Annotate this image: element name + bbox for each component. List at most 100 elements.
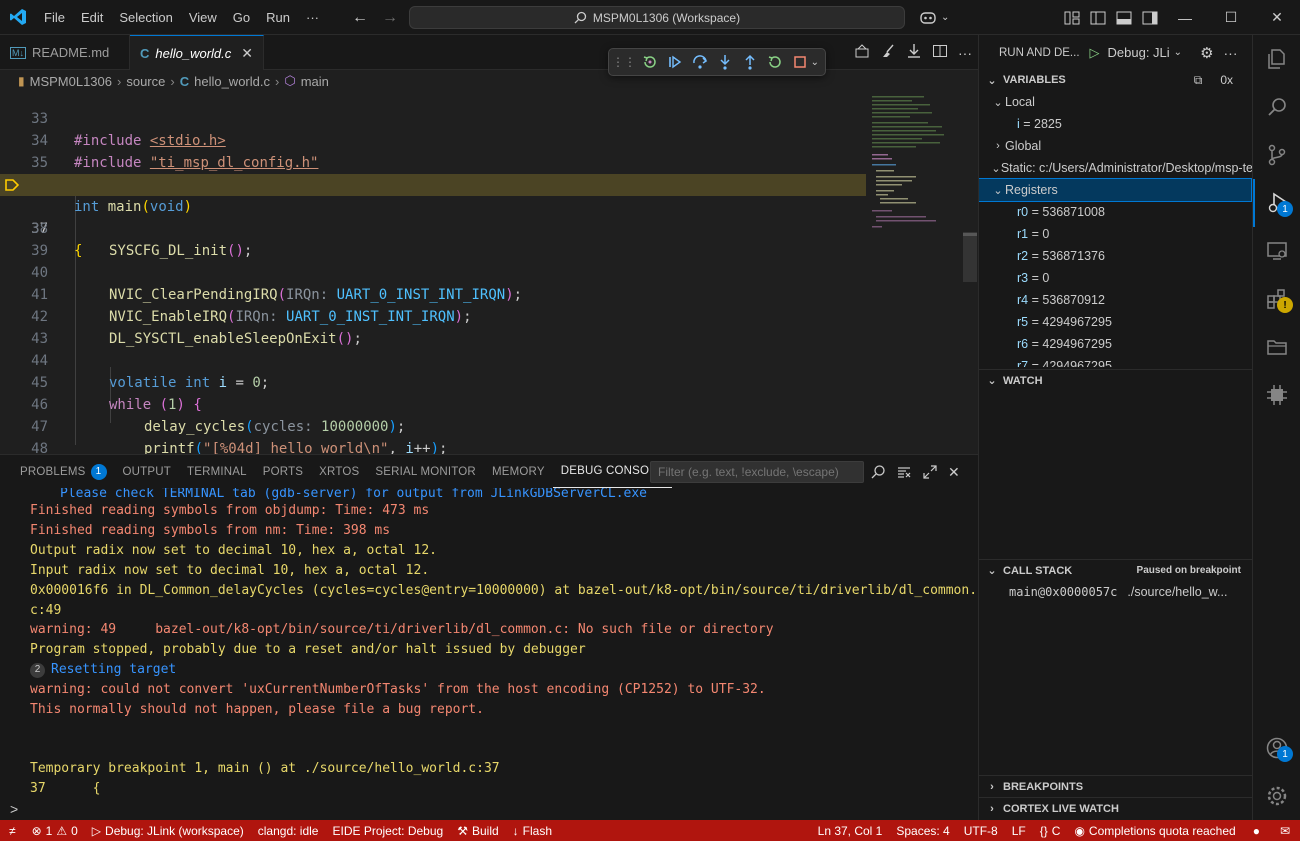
tab-ports[interactable]: PORTS [255, 455, 311, 488]
remote-explorer-icon[interactable] [1253, 227, 1300, 275]
drag-handle-icon[interactable]: ⋮⋮ [612, 53, 636, 71]
cursor-position[interactable]: Ln 37, Col 1 [811, 820, 890, 841]
editor-scrollbar[interactable] [963, 232, 977, 282]
search-icon[interactable] [870, 464, 886, 480]
more-actions-icon[interactable]: ··· [958, 45, 972, 61]
indentation[interactable]: Spaces: 4 [889, 820, 956, 841]
scope-local[interactable]: ⌄ Local [979, 91, 1252, 113]
code-line[interactable]: 41 NVIC_EnableIRQ(IRQn: UART_0_INST_INT_… [0, 262, 866, 325]
debug-console[interactable]: Please check TERMINAL tab (gdb-server) f… [0, 488, 978, 821]
chevron-down-icon[interactable]: ⌄ [811, 57, 819, 68]
extensions-icon[interactable]: ! [1253, 275, 1300, 323]
toggle-panel-icon[interactable] [1111, 11, 1137, 25]
menu-edit[interactable]: Edit [73, 0, 111, 35]
eide-build-icon[interactable] [854, 43, 870, 62]
chevron-down-icon[interactable]: ⌄ [941, 12, 949, 23]
register-row[interactable]: r1 = 0 [979, 223, 1252, 245]
tab-terminal[interactable]: TERMINAL [179, 455, 255, 488]
variable-row[interactable]: i = 2825 [979, 113, 1252, 135]
minimap[interactable] [866, 92, 966, 454]
breadcrumb-workspace[interactable]: MSPM0L1306 [30, 74, 112, 89]
tab-problems[interactable]: PROBLEMS 1 [12, 455, 115, 488]
more-actions-icon[interactable]: ··· [1224, 45, 1238, 61]
gear-icon[interactable]: ⚙ [1200, 44, 1213, 62]
debug-status[interactable]: ▷ Debug: JLink (workspace) [85, 820, 251, 841]
hex-toggle[interactable]: 0x [1220, 73, 1233, 87]
stop-icon[interactable] [792, 53, 809, 71]
minimize-icon[interactable]: — [1162, 0, 1208, 35]
code-line[interactable]: 46 delay_cycles(cycles: 10000000); [0, 372, 866, 435]
clangd-status[interactable]: clangd: idle [251, 820, 326, 841]
scope-global[interactable]: › Global [979, 135, 1252, 157]
close-panel-icon[interactable]: ✕ [948, 464, 960, 481]
copilot-status[interactable]: ◉ Completions quota reached [1067, 820, 1242, 841]
forward-arrow-icon[interactable]: → [382, 9, 398, 27]
variables-section-header[interactable]: ⌄ VARIABLES ⧉ 0x [979, 69, 1252, 91]
callstack-section-header[interactable]: ⌄ CALL STACK Paused on breakpoint [979, 559, 1252, 581]
code-line-current[interactable]: 37 { [0, 174, 866, 259]
eide-clean-icon[interactable] [880, 43, 896, 62]
problems-status[interactable]: ⊗ 1 ⚠ 0 [25, 820, 85, 841]
collapse-all-icon[interactable]: ⧉ [1194, 73, 1203, 88]
register-row[interactable]: r4 = 536870912 [979, 289, 1252, 311]
run-and-debug-icon[interactable]: 1 [1253, 179, 1300, 227]
code-line[interactable]: 34 #include "ti_msp_dl_config.h" [0, 108, 866, 171]
breadcrumb-symbol[interactable]: main [301, 74, 329, 89]
tab-xrtos[interactable]: XRTOS [311, 455, 367, 488]
code-line[interactable]: 40 NVIC_ClearPendingIRQ(IRQn: UART_0_INS… [0, 240, 866, 303]
register-row[interactable]: r7 = 4294967295 [979, 355, 1252, 367]
language-mode[interactable]: {} C [1033, 820, 1068, 841]
code-line[interactable]: 35 [0, 130, 866, 171]
menu-go[interactable]: Go [225, 0, 258, 35]
debug-config-select[interactable]: Debug: JLi ⌄ [1108, 45, 1183, 60]
command-center[interactable]: MSPM0L1306 (Workspace) [409, 6, 905, 29]
code-line[interactable]: 36 int main(void) [0, 152, 866, 215]
step-out-icon[interactable] [741, 53, 758, 71]
copilot-menu-icon[interactable]: ● [1243, 820, 1270, 841]
register-row[interactable]: r0 = 536871008 [979, 201, 1252, 223]
tab-memory[interactable]: MEMORY [484, 455, 553, 488]
restart-device-icon[interactable] [641, 53, 658, 71]
clear-console-icon[interactable] [896, 464, 912, 480]
restart-icon[interactable] [766, 53, 783, 71]
code-line[interactable]: 39 [0, 218, 866, 259]
step-over-icon[interactable] [691, 53, 708, 71]
maximize-panel-icon[interactable] [922, 464, 938, 480]
console-filter-input[interactable] [650, 461, 864, 483]
menu-more[interactable]: ··· [298, 0, 327, 35]
tab-readme[interactable]: M↓ README.md [0, 35, 130, 70]
menu-run[interactable]: Run [258, 0, 298, 35]
register-row[interactable]: r2 = 536871376 [979, 245, 1252, 267]
menu-selection[interactable]: Selection [111, 0, 180, 35]
code-line[interactable]: 38 SYSCFG_DL_init(); [0, 196, 866, 259]
code-line[interactable]: 48 } [0, 416, 866, 454]
close-tab-icon[interactable]: ✕ [241, 45, 253, 62]
search-icon[interactable] [1253, 83, 1300, 131]
notifications-icon[interactable]: ✉ [1270, 820, 1300, 841]
tab-serial-monitor[interactable]: SERIAL MONITOR [367, 455, 484, 488]
toggle-secondary-sidebar-icon[interactable] [1137, 11, 1163, 25]
code-line[interactable]: 45 while (1) { [0, 350, 866, 413]
code-line[interactable]: 42 DL_SYSCTL_enableSleepOnExit(); [0, 284, 866, 347]
scope-static[interactable]: ⌄ Static: c:/Users/Administrator/Desktop/… [979, 157, 1252, 179]
remote-indicator-icon[interactable]: ≠ [0, 820, 25, 841]
cortex-live-watch-section-header[interactable]: › CORTEX LIVE WATCH [979, 797, 1252, 819]
code-line[interactable]: 47 printf("[%04d] hello world\n", i++); [0, 394, 866, 454]
menu-view[interactable]: View [181, 0, 225, 35]
breakpoints-section-header[interactable]: › BREAKPOINTS [979, 775, 1252, 797]
source-control-icon[interactable] [1253, 131, 1300, 179]
chip-icon[interactable] [1253, 371, 1300, 419]
toggle-primary-sidebar-icon[interactable] [1085, 11, 1111, 25]
watch-section-header[interactable]: ⌄ WATCH [979, 369, 1252, 391]
code-line[interactable]: 33 #include <stdio.h> [0, 92, 866, 149]
eide-project-status[interactable]: EIDE Project: Debug [325, 820, 450, 841]
tab-output[interactable]: OUTPUT [115, 455, 179, 488]
code-line[interactable]: 49 } [0, 438, 866, 454]
close-icon[interactable]: ✕ [1254, 0, 1300, 35]
menu-file[interactable]: File [36, 0, 73, 35]
continue-icon[interactable] [666, 53, 683, 71]
register-row[interactable]: r5 = 4294967295 [979, 311, 1252, 333]
flash-button[interactable]: ↓ Flash [506, 820, 559, 841]
code-editor[interactable]: 33 #include <stdio.h> 34 #include "ti_ms… [0, 92, 978, 454]
code-line[interactable]: 44 volatile int i = 0; [0, 328, 866, 391]
